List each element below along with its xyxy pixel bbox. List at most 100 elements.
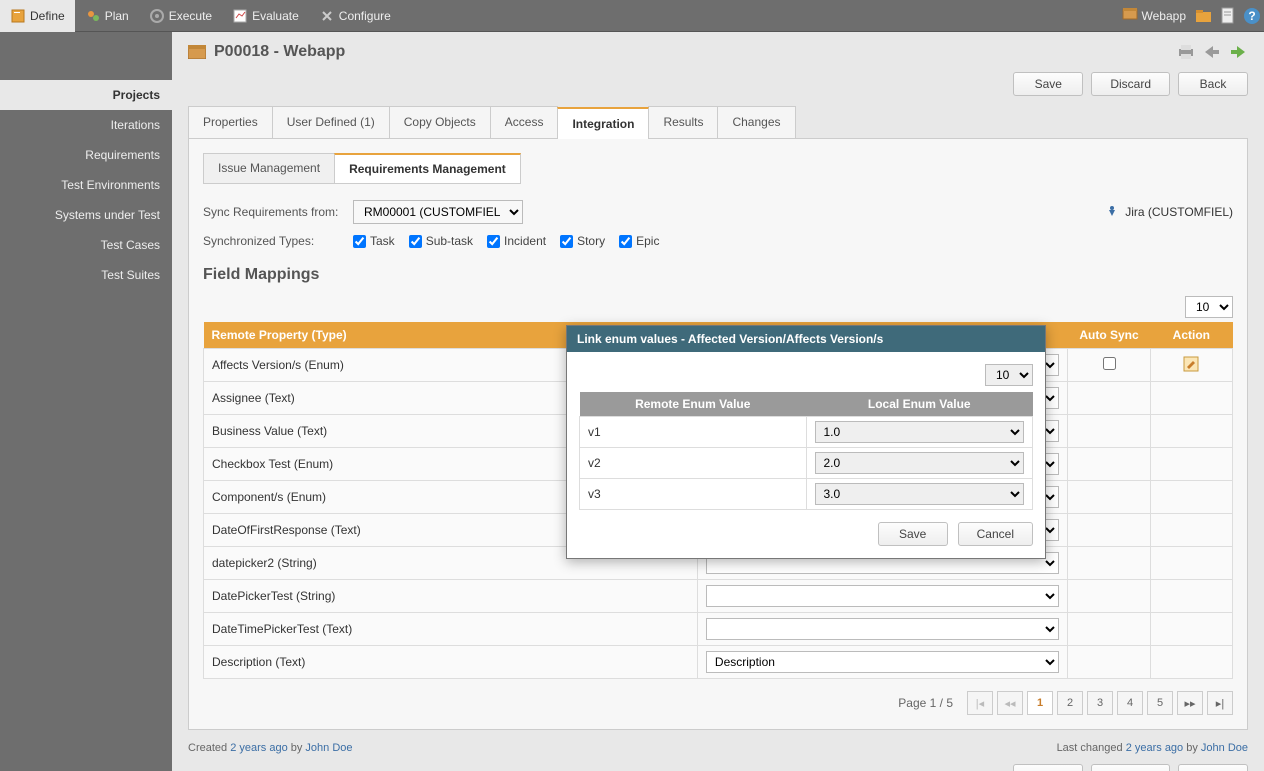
nav-back-icon[interactable] xyxy=(1202,42,1222,62)
cell-autosync xyxy=(1068,580,1150,613)
content: P00018 - Webapp Save Discard Back Proper… xyxy=(172,32,1264,771)
cell-action xyxy=(1150,514,1232,547)
nav-forward-icon[interactable] xyxy=(1228,42,1248,62)
chk-story-input[interactable] xyxy=(560,235,573,248)
cell-autosync xyxy=(1068,382,1150,415)
created-info: Created 2 years ago by John Doe xyxy=(188,742,353,754)
jira-icon xyxy=(1105,204,1119,221)
cell-action xyxy=(1150,448,1232,481)
cell-action xyxy=(1150,580,1232,613)
sync-from-row: Sync Requirements from: RM00001 (CUSTOMF… xyxy=(203,200,1233,224)
toolbar-plan[interactable]: Plan xyxy=(75,0,139,32)
sync-from-select[interactable]: RM00001 (CUSTOMFIEL xyxy=(353,200,523,224)
footer-button-row: Save Discard Back xyxy=(188,764,1248,771)
toolbar-configure[interactable]: Configure xyxy=(309,0,401,32)
chk-incident[interactable]: Incident xyxy=(487,234,546,248)
local-property-select[interactable] xyxy=(706,585,1059,607)
sidebar-item-test-cases[interactable]: Test Cases xyxy=(0,230,172,260)
save-button[interactable]: Save xyxy=(1013,72,1083,96)
chk-story[interactable]: Story xyxy=(560,234,605,248)
page-3[interactable]: 3 xyxy=(1087,691,1113,715)
chk-subtask-input[interactable] xyxy=(409,235,422,248)
page-prev[interactable]: ◂◂ xyxy=(997,691,1023,715)
chk-epic[interactable]: Epic xyxy=(619,234,659,248)
pagination: Page 1 / 5 |◂ ◂◂ 1 2 3 4 5 ▸▸ ▸| xyxy=(203,691,1233,715)
discard-button-footer[interactable]: Discard xyxy=(1091,764,1170,771)
enum-row: v11.0 xyxy=(580,417,1033,448)
back-button[interactable]: Back xyxy=(1178,72,1248,96)
table-row: DatePickerTest (String) xyxy=(204,580,1233,613)
sync-types-row: Synchronized Types: Task Sub-task Incide… xyxy=(203,234,1233,248)
toolbar-define[interactable]: Define xyxy=(0,0,75,32)
enum-row: v2 2.0 xyxy=(580,448,1033,479)
print-icon[interactable] xyxy=(1176,42,1196,62)
created-time-link[interactable]: 2 years ago xyxy=(230,742,287,754)
chk-incident-input[interactable] xyxy=(487,235,500,248)
dialog-save-button[interactable]: Save xyxy=(878,522,948,546)
sidebar-item-requirements[interactable]: Requirements xyxy=(0,140,172,170)
page-next[interactable]: ▸▸ xyxy=(1177,691,1203,715)
cell-autosync xyxy=(1068,448,1150,481)
sidebar-item-test-suites[interactable]: Test Suites xyxy=(0,260,172,290)
chk-subtask-label: Sub-task xyxy=(426,234,473,248)
subtab-issue-management[interactable]: Issue Management xyxy=(203,153,335,184)
chk-task[interactable]: Task xyxy=(353,234,395,248)
local-enum-select[interactable]: 1.0 xyxy=(815,421,1025,443)
toolbar-execute[interactable]: Execute xyxy=(139,0,222,32)
save-button-footer[interactable]: Save xyxy=(1013,764,1083,771)
page-2[interactable]: 2 xyxy=(1057,691,1083,715)
cell-local-enum: 2.0 xyxy=(806,448,1033,479)
local-property-select[interactable]: Description xyxy=(706,651,1059,673)
chk-subtask[interactable]: Sub-task xyxy=(409,234,473,248)
cell-local-enum: 3.0 xyxy=(806,479,1033,510)
created-user-link[interactable]: John Doe xyxy=(305,742,352,754)
changed-user-link[interactable]: John Doe xyxy=(1201,742,1248,754)
chk-incident-label: Incident xyxy=(504,234,546,248)
page-header: P00018 - Webapp xyxy=(188,42,1248,62)
dialog-cancel-button[interactable]: Cancel xyxy=(958,522,1033,546)
chk-task-input[interactable] xyxy=(353,235,366,248)
chk-epic-label: Epic xyxy=(636,234,659,248)
sidebar-item-iterations[interactable]: Iterations xyxy=(0,110,172,140)
toolbar-webapp-label: Webapp xyxy=(1142,9,1186,23)
discard-button[interactable]: Discard xyxy=(1091,72,1170,96)
tab-copy-objects[interactable]: Copy Objects xyxy=(389,106,491,138)
tab-results[interactable]: Results xyxy=(648,106,718,138)
page-last[interactable]: ▸| xyxy=(1207,691,1233,715)
sidebar-item-projects[interactable]: Projects xyxy=(0,80,172,110)
page-5[interactable]: 5 xyxy=(1147,691,1173,715)
page-first[interactable]: |◂ xyxy=(967,691,993,715)
tab-properties[interactable]: Properties xyxy=(188,106,273,138)
toolbar-webapp[interactable]: Webapp xyxy=(1116,7,1192,24)
configure-icon xyxy=(319,8,335,24)
local-enum-select[interactable]: 2.0 xyxy=(815,452,1025,474)
page-1[interactable]: 1 xyxy=(1027,691,1053,715)
changed-time-link[interactable]: 2 years ago xyxy=(1126,742,1183,754)
sync-types-label: Synchronized Types: xyxy=(203,234,353,248)
folder-icon[interactable] xyxy=(1194,6,1214,26)
edit-icon[interactable] xyxy=(1183,356,1199,372)
toolbar-evaluate[interactable]: Evaluate xyxy=(222,0,309,32)
local-enum-select[interactable]: 3.0 xyxy=(815,483,1025,505)
tab-changes[interactable]: Changes xyxy=(717,106,795,138)
enum-row: v33.0 xyxy=(580,479,1033,510)
toolbar-configure-label: Configure xyxy=(339,9,391,23)
sidebar-item-systems-under-test[interactable]: Systems under Test xyxy=(0,200,172,230)
local-property-select[interactable] xyxy=(706,618,1059,640)
cell-remote-enum: v2 xyxy=(580,448,807,479)
page-4[interactable]: 4 xyxy=(1117,691,1143,715)
help-icon[interactable]: ? xyxy=(1242,6,1262,26)
dialog-page-size[interactable]: 10 xyxy=(985,364,1033,386)
tab-access[interactable]: Access xyxy=(490,106,559,138)
document-icon[interactable] xyxy=(1218,6,1238,26)
cell-autosync xyxy=(1068,415,1150,448)
chk-epic-input[interactable] xyxy=(619,235,632,248)
fm-page-size[interactable]: 10 xyxy=(1185,296,1233,318)
back-button-footer[interactable]: Back xyxy=(1178,764,1248,771)
autosync-checkbox[interactable] xyxy=(1103,357,1116,370)
th-action: Action xyxy=(1150,322,1232,349)
sidebar-item-test-environments[interactable]: Test Environments xyxy=(0,170,172,200)
tab-integration[interactable]: Integration xyxy=(557,107,649,139)
subtab-requirements-management[interactable]: Requirements Management xyxy=(334,153,521,184)
tab-user-defined[interactable]: User Defined (1) xyxy=(272,106,390,138)
